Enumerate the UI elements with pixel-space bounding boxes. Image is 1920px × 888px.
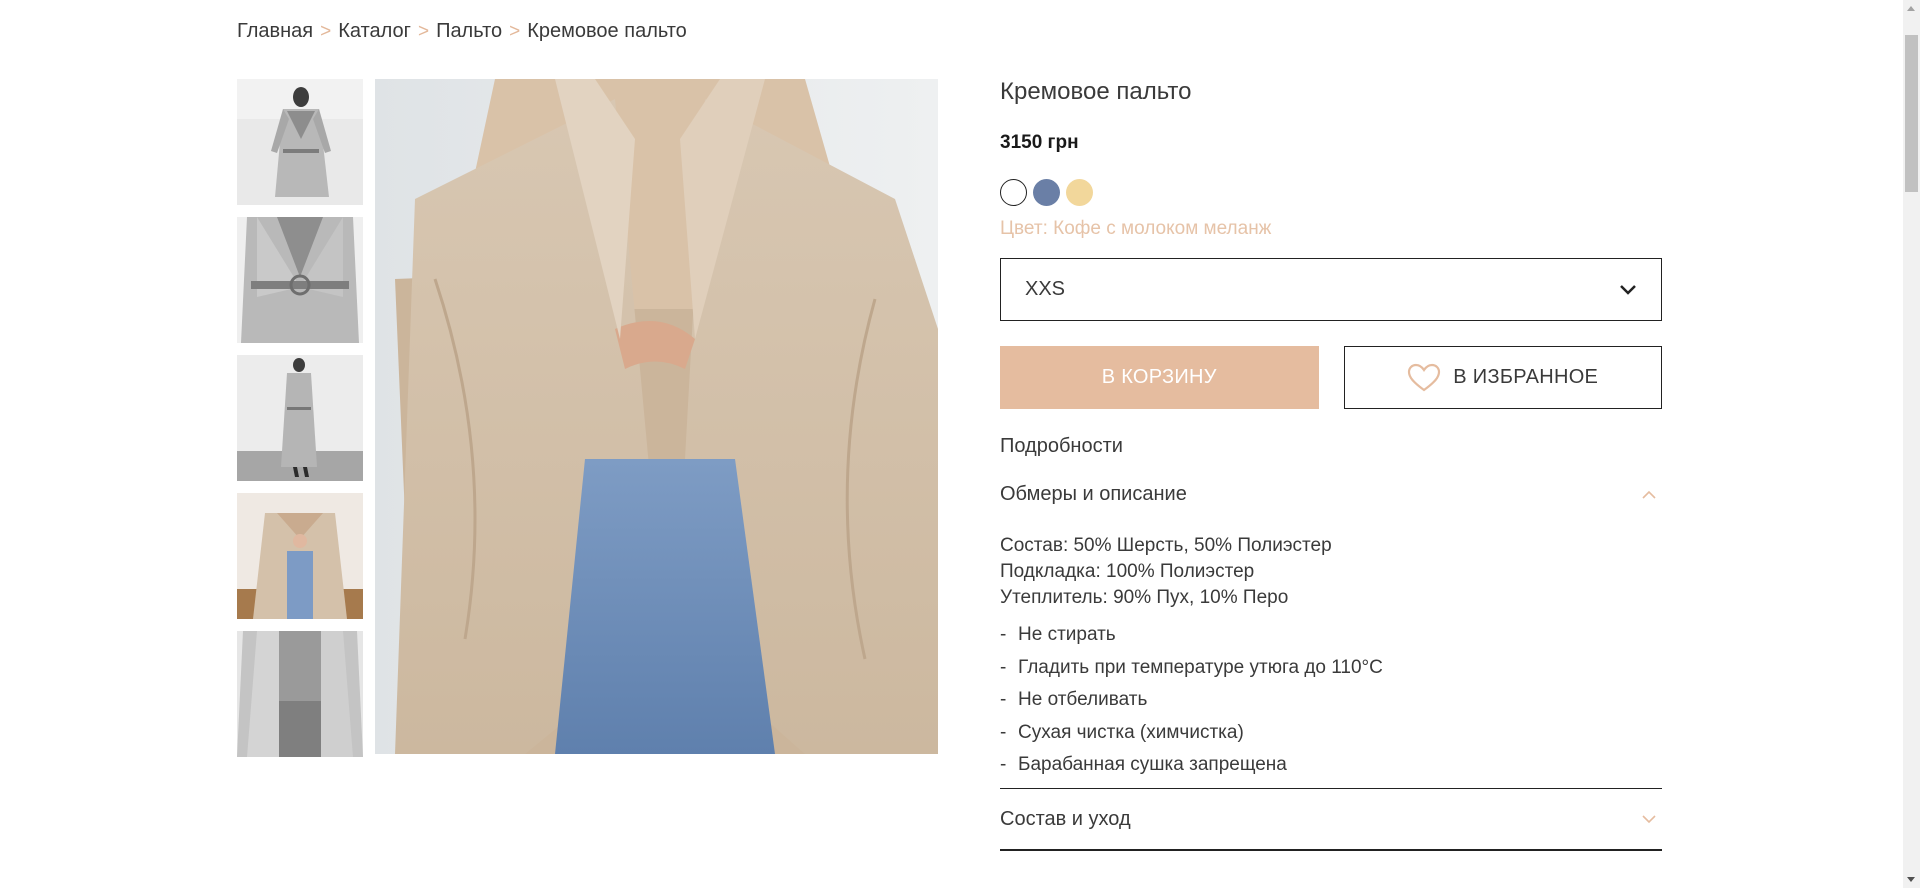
accordion-care-title: Состав и уход	[1000, 807, 1131, 830]
accordion-measurements-title: Обмеры и описание	[1000, 483, 1187, 505]
scrollbar-thumb[interactable]	[1905, 35, 1918, 192]
composition-line: Подкладка: 100% Полиэстер	[1000, 561, 1255, 582]
thumbnail-4[interactable]	[237, 493, 363, 619]
chevron-down-icon	[1642, 814, 1656, 823]
breadcrumb-catalog[interactable]: Каталог	[338, 20, 411, 43]
product-price: 3150 грн	[1000, 132, 1079, 153]
care-item: - Не стирать	[1000, 624, 1116, 645]
product-info: Кремовое пальто 3150 грн Цвет: Кофе с мо…	[1000, 78, 1662, 851]
thumbnail-1[interactable]	[237, 79, 363, 205]
breadcrumb-current: Кремовое пальто	[527, 20, 687, 42]
color-label: Цвет: Кофе с молоком меланж	[1000, 218, 1272, 239]
main-product-image[interactable]	[375, 79, 938, 754]
care-item: - Барабанная сушка запрещена	[1000, 754, 1287, 775]
breadcrumb-separator: >	[320, 20, 332, 42]
add-to-cart-button[interactable]: В КОРЗИНУ	[1000, 346, 1319, 409]
breadcrumb-separator: >	[417, 20, 430, 42]
thumbnail-5[interactable]	[237, 631, 363, 757]
color-swatch-blue[interactable]	[1033, 179, 1060, 206]
care-item: - Не отбеливать	[1000, 689, 1148, 710]
thumbnail-gallery	[237, 79, 363, 769]
favorite-label: В ИЗБРАННОЕ	[1453, 366, 1599, 388]
color-swatch-yellow[interactable]	[1066, 179, 1093, 206]
divider	[1000, 849, 1662, 851]
accordion-care-header[interactable]: Состав и уход	[1000, 789, 1662, 849]
page-scrollbar[interactable]	[1903, 0, 1920, 888]
accordion-measurements-header[interactable]: Обмеры и описание	[1000, 483, 1662, 506]
composition-line: Состав: 50% Шерсть, 50% Полиэстер	[1000, 535, 1332, 556]
scroll-down-icon[interactable]	[1907, 877, 1915, 882]
thumbnail-2[interactable]	[237, 217, 363, 343]
details-heading: Подробности	[1000, 435, 1123, 457]
breadcrumb: Главная > Каталог > Пальто > Кремовое па…	[237, 20, 687, 43]
care-item: - Гладить при температуре утюга до 110°С	[1000, 656, 1383, 678]
composition-line: Утеплитель: 90% Пух, 10% Перо	[1000, 587, 1289, 608]
breadcrumb-coats[interactable]: Пальто	[436, 20, 502, 43]
chevron-down-icon	[1620, 284, 1636, 295]
product-actions: В КОРЗИНУ В ИЗБРАННОЕ	[1000, 346, 1662, 409]
breadcrumb-separator: >	[509, 20, 521, 42]
size-select-value: XXS	[1025, 278, 1066, 300]
add-to-favorites-button[interactable]: В ИЗБРАННОЕ	[1343, 346, 1662, 409]
scroll-up-icon[interactable]	[1907, 6, 1915, 11]
thumbnail-3[interactable]	[237, 355, 363, 481]
breadcrumb-home[interactable]: Главная	[237, 20, 313, 43]
care-list: - Не стирать - Гладить при температуре утю…	[1000, 619, 1662, 782]
care-item: - Сухая чистка (химчистка)	[1000, 721, 1244, 743]
color-swatch-white[interactable]	[1000, 179, 1027, 206]
composition-block: Состав: 50% Шерсть, 50% Полиэстер Подкла…	[1000, 533, 1662, 611]
product-title: Кремовое пальто	[1000, 78, 1192, 105]
color-swatches	[1000, 179, 1662, 206]
heart-icon	[1408, 363, 1441, 391]
chevron-up-icon	[1642, 490, 1656, 499]
size-select[interactable]: XXS	[1000, 258, 1662, 321]
